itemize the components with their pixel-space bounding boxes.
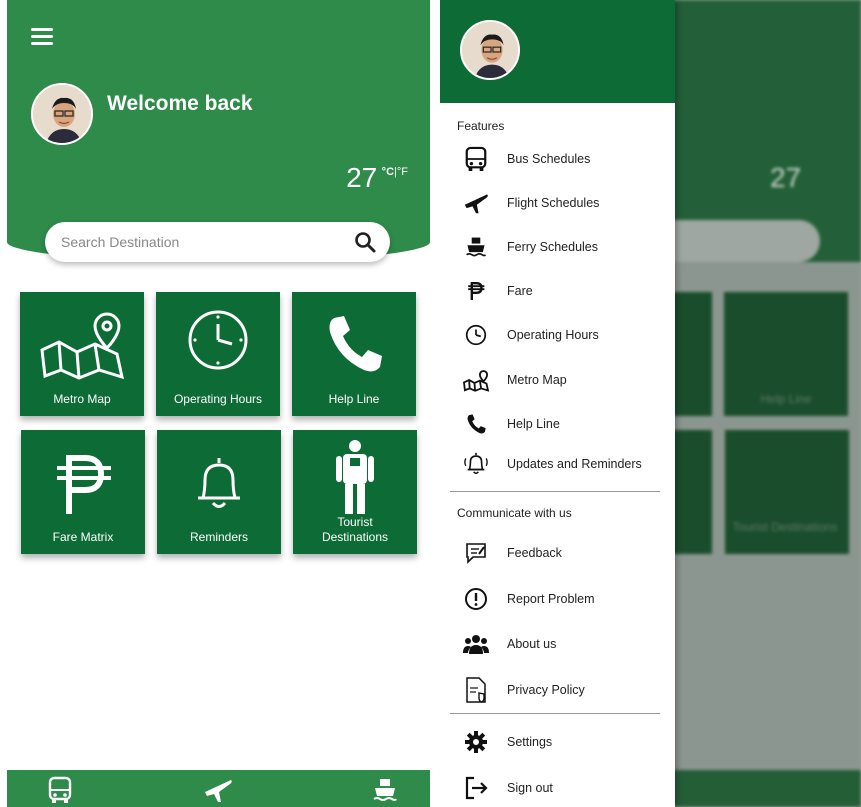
bg-tile-label: Help Line [760,392,812,406]
welcome-title: Welcome back [107,92,253,115]
phone-icon [467,414,486,434]
tile-fare-matrix[interactable]: Fare Matrix [21,430,145,554]
drawer-screen: 27 Help Line Tourist Destinations Featur… [440,0,861,807]
unit-fahrenheit[interactable]: |°F [394,166,408,178]
navigation-drawer: Features Bus Schedules Flight Schedules … [440,0,675,807]
drawer-item-label: Bus Schedules [507,152,591,166]
drawer-item-updates-reminders[interactable]: Updates and Reminders [462,449,672,479]
ferry-icon[interactable] [373,776,397,804]
drawer-item-about-us[interactable]: About us [462,629,672,659]
home-screen: Welcome back 27 °C|°F Search Destination… [7,0,430,807]
tile-help-line[interactable]: Help Line [292,292,416,416]
plane-icon [464,194,488,214]
drawer-item-label: Metro Map [507,373,567,387]
drawer-item-label: Operating Hours [507,328,599,342]
tile-label: Help Line [328,392,380,406]
temperature-value: 27 [346,162,378,193]
tile-label: Tourist Destinations [293,515,417,545]
metro-map-icon [463,370,490,392]
drawer-item-report-problem[interactable]: Report Problem [462,584,672,614]
sign-out-icon [465,776,488,800]
phone-icon [329,316,382,372]
tile-label: Fare Matrix [52,530,114,544]
drawer-divider [450,491,660,492]
drawer-item-flight-schedules[interactable]: Flight Schedules [462,188,672,218]
tourist-icon [336,440,374,514]
drawer-item-fare[interactable]: Fare [462,276,672,306]
group-icon [463,635,489,654]
drawer-item-label: Privacy Policy [507,683,585,697]
menu-icon[interactable] [31,28,53,46]
drawer-item-metro-map[interactable]: Metro Map [462,365,672,395]
tile-label-line: Destinations [321,530,389,544]
drawer-item-operating-hours[interactable]: Operating Hours [462,320,672,350]
drawer-header [440,0,675,103]
bell-ring-icon [464,452,488,475]
search-bar[interactable]: Search Destination [45,222,390,262]
peso-icon [468,282,485,300]
drawer-item-feedback[interactable]: Feedback [462,538,672,568]
gear-icon [465,731,487,753]
unit-celsius[interactable]: °C [382,166,394,178]
drawer-item-sign-out[interactable]: Sign out [462,773,672,803]
tile-label: Operating Hours [173,392,263,406]
tile-metro-map[interactable]: Metro Map [20,292,144,416]
home-header: Welcome back 27 °C|°F Search Destination [7,0,430,262]
drawer-divider [450,713,660,714]
tile-tourist-destinations[interactable]: Tourist Destinations [293,430,417,554]
drawer-item-bus-schedules[interactable]: Bus Schedules [462,144,672,174]
drawer-item-privacy-policy[interactable]: Privacy Policy [462,675,672,705]
drawer-item-label: Updates and Reminders [507,457,642,471]
drawer-item-label: Sign out [507,781,553,795]
search-icon[interactable] [354,231,376,253]
bus-icon [465,146,487,171]
drawer-item-label: Feedback [507,546,562,560]
tile-label: Metro Map [53,392,111,406]
communicate-section-title: Communicate with us [457,506,572,520]
bottom-nav [7,770,430,807]
tile-label-line: Tourist [337,515,373,529]
clock-icon [465,324,487,346]
alert-icon [465,588,487,610]
policy-icon [466,677,486,703]
feedback-icon [466,543,486,564]
temperature-readout: 27 °C|°F [346,162,408,194]
clock-icon [188,310,248,370]
drawer-item-help-line[interactable]: Help Line [462,409,672,439]
metro-map-icon [40,312,125,380]
drawer-item-label: Flight Schedules [507,196,600,210]
drawer-item-ferry-schedules[interactable]: Ferry Schedules [462,232,672,262]
drawer-item-settings[interactable]: Settings [462,727,672,757]
ferry-icon [466,237,487,257]
peso-icon [57,455,111,514]
drawer-item-label: Settings [507,735,553,749]
search-input[interactable]: Search Destination [61,234,354,250]
bus-icon[interactable] [47,776,73,804]
drawer-item-label: Help Line [507,417,560,431]
drawer-item-label: Fare [507,284,533,298]
bg-tile-label: Tourist Destinations [732,520,838,534]
plane-icon[interactable] [203,776,233,804]
tile-operating-hours[interactable]: Operating Hours [156,292,280,416]
features-section-title: Features [457,119,505,133]
drawer-item-label: Ferry Schedules [507,240,599,254]
drawer-item-label: Report Problem [507,592,595,606]
avatar[interactable] [31,83,93,145]
drawer-item-label: About us [507,637,557,651]
tile-reminders[interactable]: Reminders [157,430,281,554]
tile-label: Reminders [189,530,249,544]
drawer-avatar[interactable] [460,20,520,80]
bell-icon [198,458,240,508]
bg-temperature: 27 [770,162,802,193]
